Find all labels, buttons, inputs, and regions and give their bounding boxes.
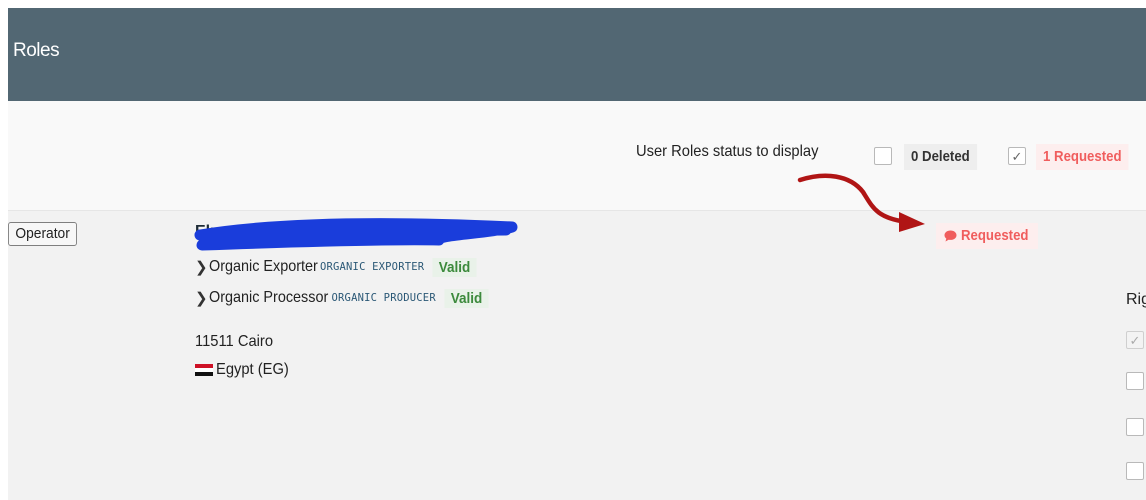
country-name: Egypt (EG)	[216, 361, 289, 378]
roles-header: Roles	[8, 8, 1146, 101]
activity-organic-exporter[interactable]: ❯ Organic Exporter ORGANIC EXPORTER Vali…	[195, 257, 479, 277]
chevron-right-icon: ❯	[195, 259, 208, 276]
country: Egypt (EG)	[195, 361, 295, 379]
deleted-checkbox[interactable]	[874, 147, 892, 165]
requested-checkbox[interactable]: ✓	[1008, 147, 1026, 165]
chevron-right-icon: ❯	[195, 290, 208, 307]
annotation-arrow-icon	[797, 173, 925, 232]
page-title: Roles	[13, 40, 60, 61]
redaction-scribble-icon	[194, 218, 518, 251]
status-filter-bar: User Roles status to display 0 Deleted ✓…	[8, 101, 1146, 211]
requested-status-chip: 1 Requested	[1036, 144, 1129, 170]
status-filter-label: User Roles status to display	[636, 143, 819, 160]
role-row: Operator Elmasriya Trading Company ❯ Org…	[8, 211, 1146, 500]
operator-role-button[interactable]: Operator	[8, 222, 78, 246]
right-checkbox-3[interactable]	[1126, 418, 1144, 436]
right-checkbox-4[interactable]	[1126, 462, 1144, 480]
checkmark-icon: ✓	[1011, 148, 1023, 164]
valid-badge: Valid	[444, 288, 489, 308]
activity-name: Organic Exporter	[209, 258, 318, 275]
requested-status-badge: Requested	[936, 223, 1038, 249]
activity-name: Organic Processor	[209, 289, 329, 306]
activity-organic-processor[interactable]: ❯ Organic Processor ORGANIC PRODUCER Val…	[195, 288, 491, 308]
egypt-flag-icon	[195, 364, 213, 376]
right-checkbox-2[interactable]	[1126, 372, 1144, 390]
requested-status-text: Requested	[961, 227, 1029, 244]
activity-code: ORGANIC PRODUCER	[331, 292, 436, 304]
address-line: 11511 Cairo	[195, 333, 274, 350]
activity-code: ORGANIC EXPORTER	[319, 261, 425, 273]
deleted-status-chip: 0 Deleted	[904, 144, 977, 170]
rights-label: Rig	[1126, 291, 1146, 308]
checkmark-icon: ✓	[1129, 332, 1141, 348]
comment-icon	[944, 230, 957, 242]
valid-badge: Valid	[432, 257, 477, 277]
right-checkbox-1[interactable]: ✓	[1126, 331, 1144, 349]
